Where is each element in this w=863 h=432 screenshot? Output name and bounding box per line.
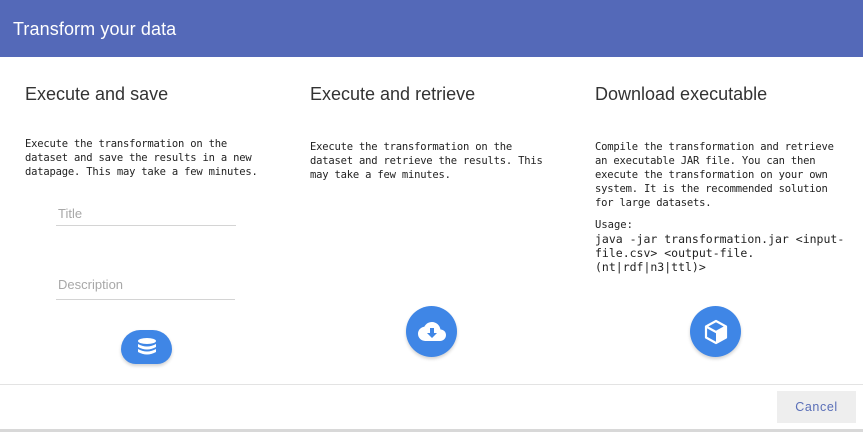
execute-and-save-description: Execute the transformation on the datase… xyxy=(25,138,258,178)
download-executable-description: Compile the transformation and retrieve … xyxy=(595,141,834,209)
title-field xyxy=(56,205,236,226)
download-executable-panel: Download executable Compile the transfor… xyxy=(570,57,863,383)
dialog-footer xyxy=(0,384,863,432)
description-input[interactable] xyxy=(56,277,235,296)
dialog-header: Transform your data xyxy=(0,0,863,57)
cube-icon xyxy=(704,319,727,344)
description-field xyxy=(56,276,235,300)
execute-and-retrieve-description: Execute the transformation on the datase… xyxy=(310,141,543,181)
dialog-title: Transform your data xyxy=(13,19,177,39)
cloud-download-icon xyxy=(417,321,446,341)
execute-and-save-title: Execute and save xyxy=(25,84,169,104)
execute-and-retrieve-button[interactable] xyxy=(406,306,457,357)
cancel-button[interactable]: Cancel xyxy=(777,391,856,423)
execute-and-retrieve-panel: Execute and retrieve Execute the transfo… xyxy=(285,57,570,383)
usage-block: Usage: java -jar transformation.jar <inp… xyxy=(595,218,845,274)
database-icon xyxy=(137,338,156,355)
download-executable-title: Download executable xyxy=(595,84,768,104)
title-input[interactable] xyxy=(56,206,236,225)
execute-and-save-button[interactable] xyxy=(121,330,172,364)
usage-command: java -jar transformation.jar <input-file… xyxy=(595,232,845,274)
execute-and-retrieve-title: Execute and retrieve xyxy=(310,84,476,104)
transform-dialog: Transform your data Execute and save Exe… xyxy=(0,0,863,432)
download-executable-button[interactable] xyxy=(690,306,741,357)
execute-and-save-panel: Execute and save Execute the transformat… xyxy=(0,57,285,383)
usage-label: Usage: xyxy=(595,219,633,231)
